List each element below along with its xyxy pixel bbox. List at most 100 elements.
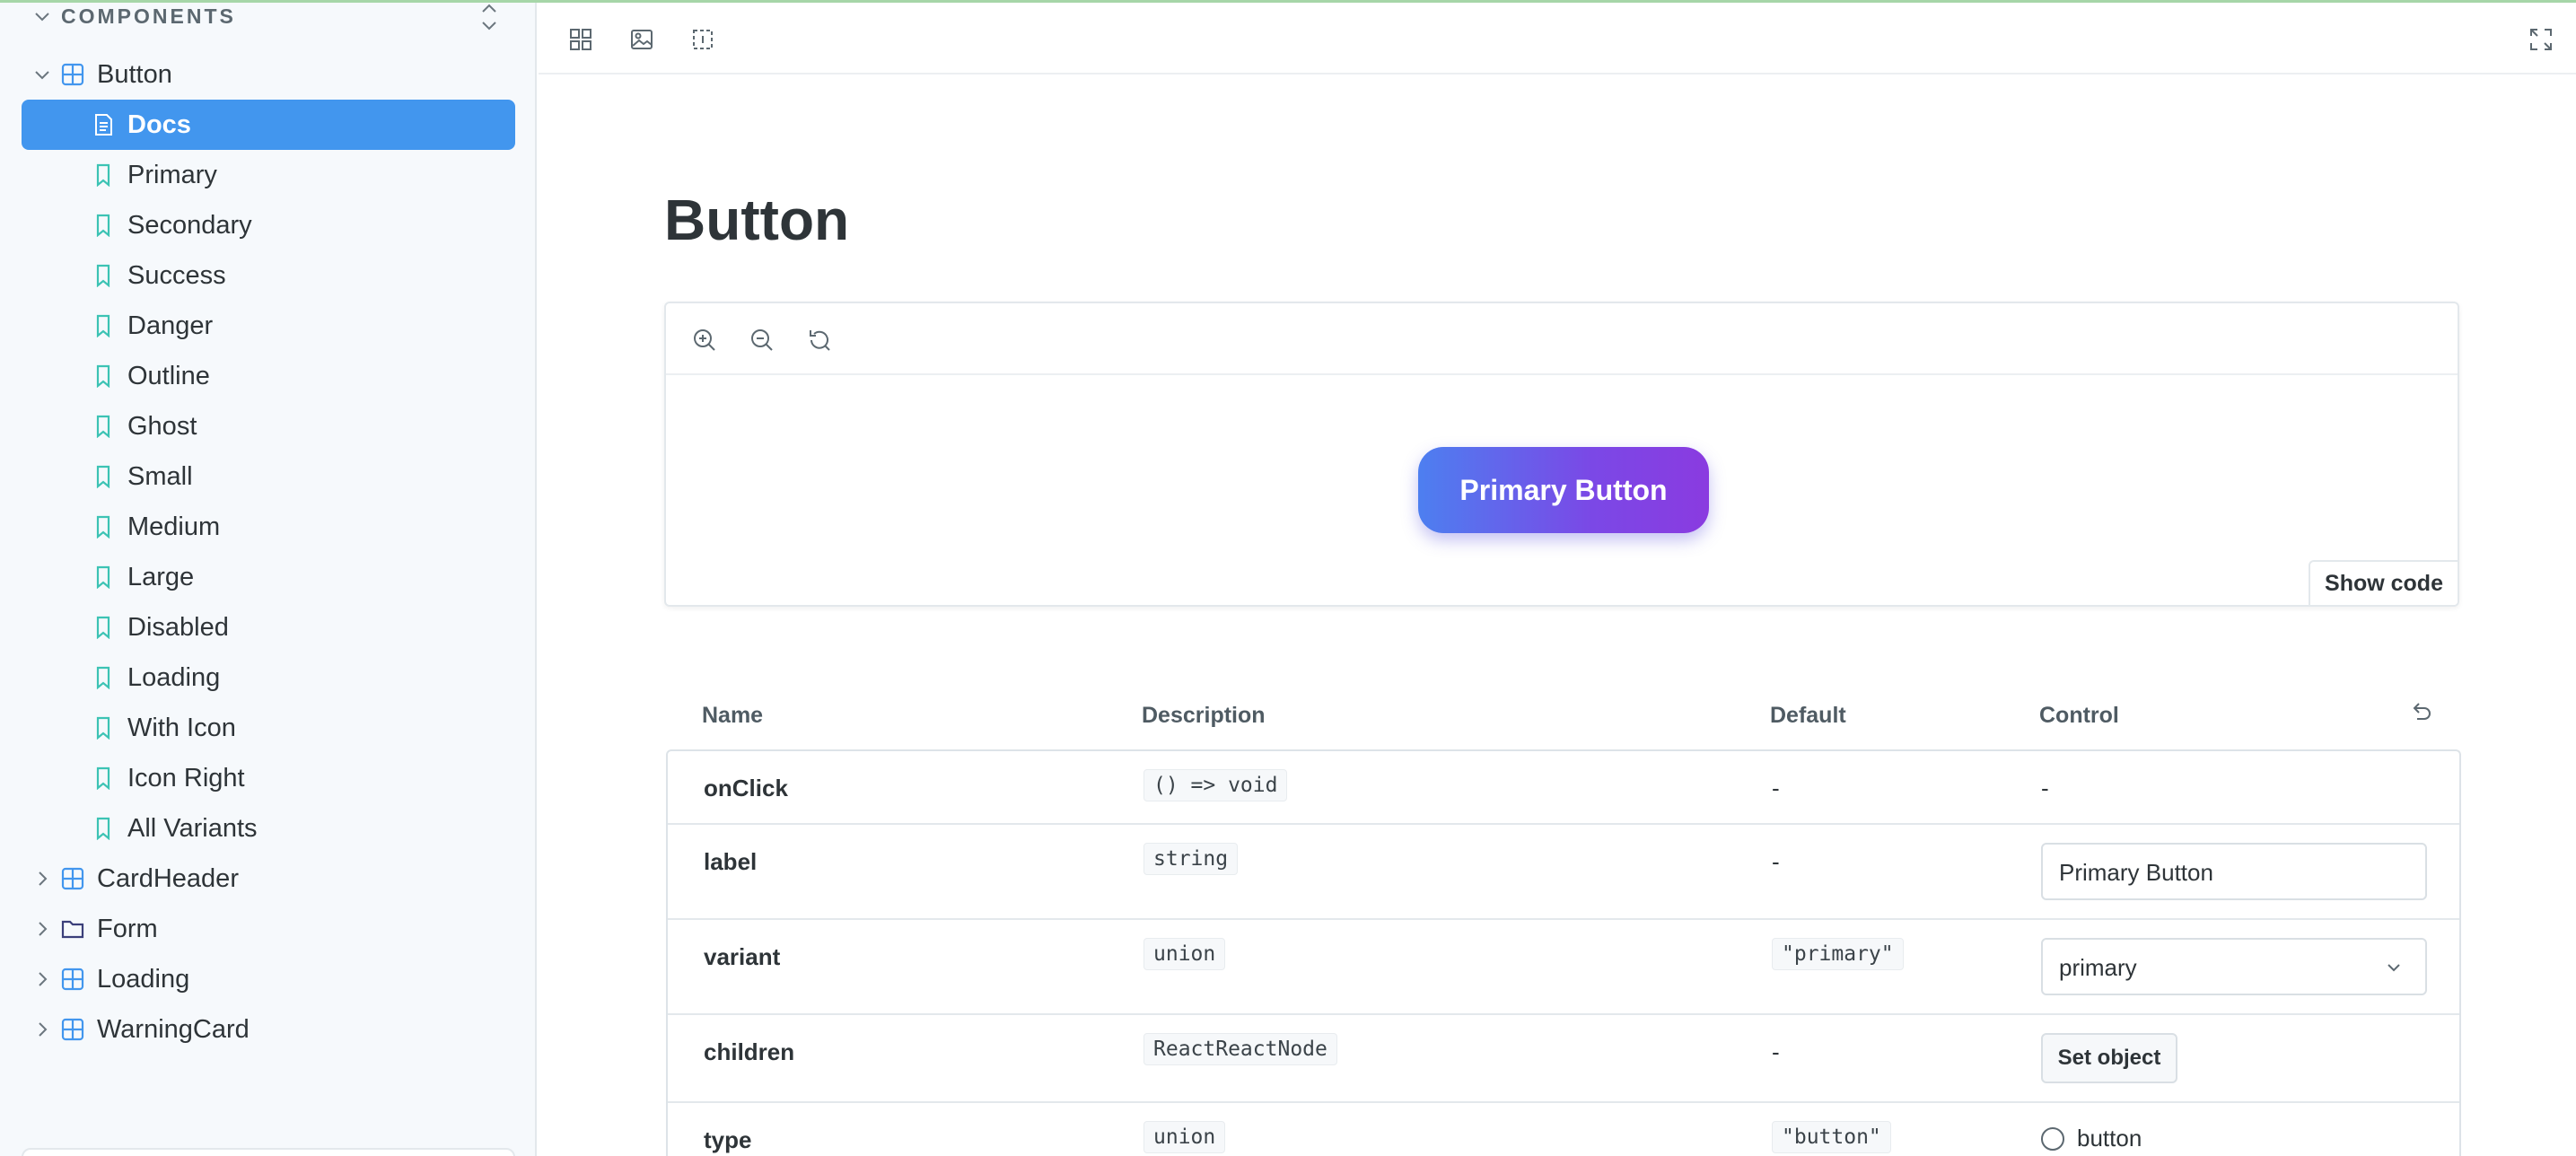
prop-default: "button" [1772,1121,1891,1153]
sidebar-item-icon-right[interactable]: Icon Right [22,753,515,803]
sidebar-item-success[interactable]: Success [22,250,515,301]
radio-circle [2041,1126,2064,1151]
prop-default: - [1772,775,1780,801]
sidebar-item-label: With Icon [127,713,236,742]
sidebar-item-label: Danger [127,311,214,340]
sidebar-item-label: Medium [127,512,221,541]
prop-default: - [1772,1038,1780,1065]
set-object-button[interactable]: Set object [2041,1033,2177,1083]
bookmark-icon [92,214,115,237]
sidebar-item-ghost[interactable]: Ghost [22,401,515,451]
bookmark-icon [92,465,115,488]
main-panel: Button Primary Button Show code Name Des… [539,3,2576,1156]
sidebar-item-with-icon[interactable]: With Icon [22,703,515,753]
prop-name: onClick [704,775,788,801]
prop-type: ReactReactNode [1143,1033,1337,1065]
image-icon[interactable] [628,26,655,53]
sidebar-item-label: Loading [127,662,221,692]
sidebar-item-form[interactable]: Form [22,904,515,954]
chevron-right-icon [32,1020,52,1039]
show-code-button[interactable]: Show code [2309,560,2458,605]
sidebar-item-label: WarningCard [97,1014,250,1044]
sidebar-item-medium[interactable]: Medium [22,502,515,552]
sidebar-item-label: Docs [127,109,191,139]
sidebar-item-small[interactable]: Small [22,451,515,502]
bookmark-icon [92,565,115,589]
sidebar-item-button[interactable]: Button [22,49,515,100]
chevron-down-icon [32,65,52,84]
table-row: type union "button" button [668,1103,2459,1156]
zoom-reset-icon[interactable] [806,327,833,354]
variant-select[interactable]: primary [2041,938,2427,995]
page-title: Button [664,188,850,252]
zoom-in-icon[interactable] [691,327,718,354]
bookmark-icon [92,716,115,740]
grid-icon[interactable] [567,26,594,53]
sidebar-item-label: All Variants [127,813,258,843]
sidebar-item-outline[interactable]: Outline [22,351,515,401]
bookmark-icon [92,264,115,287]
component-icon [61,63,84,86]
sidebar-item-disabled[interactable]: Disabled [22,602,515,652]
expand-collapse-icon[interactable] [476,1,503,33]
sidebar-item-all-variants[interactable]: All Variants [22,803,515,854]
sidebar-bottom-panel [22,1148,515,1156]
sidebar-item-cardheader[interactable]: CardHeader [22,854,515,904]
sidebar-item-docs[interactable]: Docs [22,100,515,150]
args-table: onClick () => void - - label string - Pr… [666,749,2461,1156]
select-value: primary [2059,954,2137,981]
zoom-out-icon[interactable] [749,327,775,354]
table-row: children ReactReactNode - Set object [668,1015,2459,1103]
header-default: Default [1770,703,1846,728]
label-text-input[interactable]: Primary Button [2041,843,2427,900]
folder-icon [61,917,84,941]
bookmark-icon [92,314,115,337]
chevron-down-icon [35,13,49,22]
primary-button-preview[interactable]: Primary Button [1418,447,1709,533]
bookmark-icon [92,415,115,438]
prop-name: children [704,1038,795,1065]
sidebar-item-danger[interactable]: Danger [22,301,515,351]
sidebar-item-loading[interactable]: Loading [22,954,515,1004]
bookmark-icon [92,616,115,639]
sidebar-item-warningcard[interactable]: WarningCard [22,1004,515,1055]
radio-label: button [2077,1125,2142,1152]
chevron-down-icon [2388,964,2400,972]
component-icon [61,1018,84,1041]
sidebar-item-loading-story[interactable]: Loading [22,652,515,703]
bookmark-icon [92,515,115,539]
sidebar-item-label: Ghost [127,411,197,441]
table-row: label string - Primary Button [668,825,2459,920]
header-name: Name [702,703,764,728]
sidebar-item-large[interactable]: Large [22,552,515,602]
args-table-header: Name Description Default Control [666,685,2461,748]
chevron-right-icon [32,919,52,939]
components-section-header[interactable]: COMPONENTS [32,3,236,30]
outline-icon[interactable] [689,26,716,53]
prop-type: string [1143,843,1239,875]
sidebar-item-label: Large [127,562,195,591]
bookmark-icon [92,766,115,790]
story-canvas: Primary Button Show code [664,302,2459,607]
section-title: COMPONENTS [61,4,236,28]
toolbar [539,3,2576,74]
prop-name: variant [704,943,781,970]
canvas-toolbar [666,303,2458,375]
prop-name: type [704,1126,752,1153]
type-radio-option[interactable]: button [2041,1125,2142,1152]
sidebar-item-primary[interactable]: Primary [22,150,515,200]
bookmark-icon [92,666,115,689]
table-row: variant union "primary" primary [668,920,2459,1015]
sidebar-item-label: Primary [127,160,217,189]
document-icon [92,113,115,136]
sidebar-item-secondary[interactable]: Secondary [22,200,515,250]
prop-default: "primary" [1772,938,1904,970]
reset-controls-icon[interactable] [2407,699,2434,726]
sidebar-item-label: Button [97,59,172,89]
sidebar-item-label: Secondary [127,210,252,240]
fullscreen-icon[interactable] [2528,26,2554,53]
header-description: Description [1142,703,1266,728]
bookmark-icon [92,817,115,840]
component-icon [61,968,84,991]
sidebar-item-label: Disabled [127,612,229,642]
